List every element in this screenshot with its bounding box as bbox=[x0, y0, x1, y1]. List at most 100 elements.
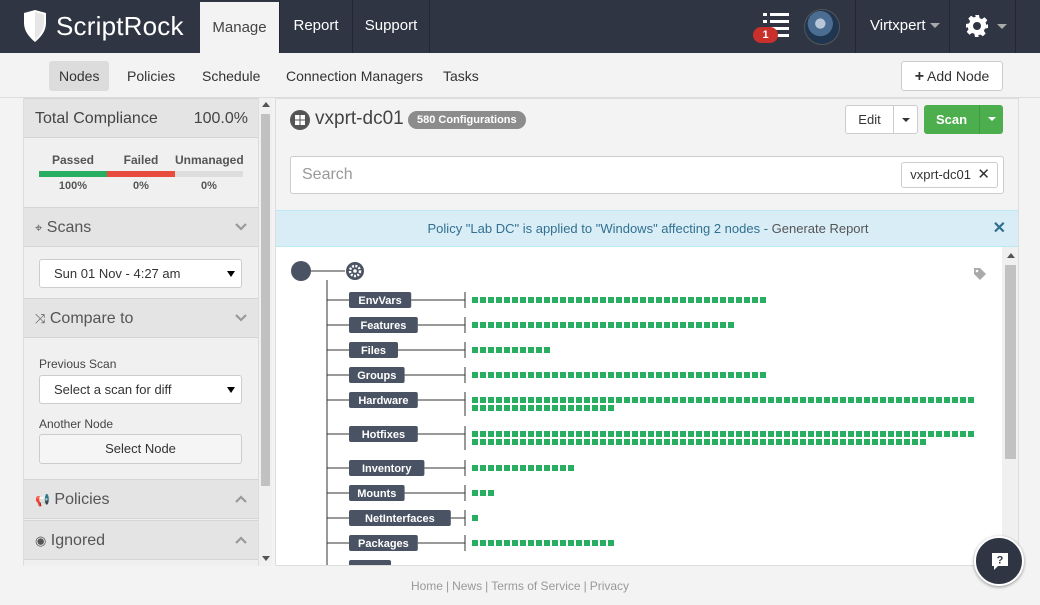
config-item-square[interactable] bbox=[520, 431, 526, 437]
config-item-square[interactable] bbox=[528, 397, 534, 403]
config-item-square[interactable] bbox=[632, 431, 638, 437]
config-item-square[interactable] bbox=[864, 431, 870, 437]
scan-date-select[interactable]: Sun 01 Nov - 4:27 am bbox=[39, 259, 242, 288]
config-item-square[interactable] bbox=[888, 439, 894, 445]
config-item-square[interactable] bbox=[576, 372, 582, 378]
config-item-square[interactable] bbox=[480, 540, 486, 546]
config-item-square[interactable] bbox=[536, 439, 542, 445]
config-item-square[interactable] bbox=[544, 297, 550, 303]
config-item-square[interactable] bbox=[624, 431, 630, 437]
config-item-square[interactable] bbox=[712, 372, 718, 378]
config-item-square[interactable] bbox=[584, 540, 590, 546]
sidebar-scrollbar[interactable] bbox=[258, 98, 272, 566]
config-item-square[interactable] bbox=[528, 297, 534, 303]
config-item-square[interactable] bbox=[696, 431, 702, 437]
config-item-square[interactable] bbox=[592, 297, 598, 303]
config-item-square[interactable] bbox=[912, 439, 918, 445]
config-item-square[interactable] bbox=[512, 397, 518, 403]
config-item-square[interactable] bbox=[920, 439, 926, 445]
config-item-square[interactable] bbox=[768, 431, 774, 437]
config-item-square[interactable] bbox=[680, 397, 686, 403]
config-item-square[interactable] bbox=[696, 297, 702, 303]
config-item-square[interactable] bbox=[616, 439, 622, 445]
tree-root-node[interactable] bbox=[291, 261, 311, 281]
scroll-up-arrow-icon[interactable] bbox=[262, 102, 270, 107]
config-item-square[interactable] bbox=[472, 397, 478, 403]
config-item-square[interactable] bbox=[664, 372, 670, 378]
config-item-square[interactable] bbox=[480, 490, 486, 496]
config-item-square[interactable] bbox=[712, 431, 718, 437]
config-item-square[interactable] bbox=[664, 431, 670, 437]
config-item-square[interactable] bbox=[936, 431, 942, 437]
config-item-square[interactable] bbox=[560, 405, 566, 411]
config-item-square[interactable] bbox=[936, 397, 942, 403]
config-item-square[interactable] bbox=[688, 439, 694, 445]
config-item-square[interactable] bbox=[592, 431, 598, 437]
config-item-square[interactable] bbox=[600, 431, 606, 437]
config-item-square[interactable] bbox=[640, 431, 646, 437]
config-item-square[interactable] bbox=[552, 540, 558, 546]
config-item-square[interactable] bbox=[688, 431, 694, 437]
settings-menu[interactable] bbox=[951, 0, 1016, 53]
config-item-square[interactable] bbox=[568, 540, 574, 546]
config-item-square[interactable] bbox=[520, 372, 526, 378]
scan-button[interactable]: Scan bbox=[924, 105, 979, 134]
config-item-square[interactable] bbox=[560, 397, 566, 403]
config-item-square[interactable] bbox=[816, 397, 822, 403]
config-item-square[interactable] bbox=[888, 397, 894, 403]
config-item-square[interactable] bbox=[584, 439, 590, 445]
config-item-square[interactable] bbox=[848, 397, 854, 403]
config-item-square[interactable] bbox=[568, 372, 574, 378]
config-item-square[interactable] bbox=[760, 372, 766, 378]
config-item-square[interactable] bbox=[696, 372, 702, 378]
config-item-square[interactable] bbox=[608, 397, 614, 403]
config-item-square[interactable] bbox=[624, 297, 630, 303]
config-item-square[interactable] bbox=[528, 347, 534, 353]
config-item-square[interactable] bbox=[832, 439, 838, 445]
config-item-square[interactable] bbox=[568, 397, 574, 403]
config-item-square[interactable] bbox=[520, 540, 526, 546]
config-item-square[interactable] bbox=[696, 322, 702, 328]
config-item-square[interactable] bbox=[520, 465, 526, 471]
config-item-square[interactable] bbox=[656, 397, 662, 403]
config-item-square[interactable] bbox=[568, 322, 574, 328]
config-item-square[interactable] bbox=[576, 540, 582, 546]
config-item-square[interactable] bbox=[576, 297, 582, 303]
config-item-square[interactable] bbox=[872, 439, 878, 445]
config-item-square[interactable] bbox=[752, 431, 758, 437]
config-item-square[interactable] bbox=[792, 439, 798, 445]
config-item-square[interactable] bbox=[800, 397, 806, 403]
config-item-square[interactable] bbox=[712, 439, 718, 445]
config-item-square[interactable] bbox=[736, 372, 742, 378]
config-item-square[interactable] bbox=[472, 465, 478, 471]
config-item-square[interactable] bbox=[648, 297, 654, 303]
generate-report-link[interactable]: Generate Report bbox=[772, 221, 869, 236]
config-item-square[interactable] bbox=[632, 397, 638, 403]
config-item-square[interactable] bbox=[632, 297, 638, 303]
config-item-square[interactable] bbox=[616, 431, 622, 437]
config-item-square[interactable] bbox=[568, 405, 574, 411]
config-item-square[interactable] bbox=[760, 397, 766, 403]
config-item-square[interactable] bbox=[920, 431, 926, 437]
config-item-square[interactable] bbox=[664, 297, 670, 303]
config-item-square[interactable] bbox=[656, 431, 662, 437]
config-item-square[interactable] bbox=[712, 397, 718, 403]
config-item-square[interactable] bbox=[520, 397, 526, 403]
config-item-square[interactable] bbox=[528, 465, 534, 471]
config-item-square[interactable] bbox=[856, 431, 862, 437]
tree-scrollbar[interactable] bbox=[1002, 247, 1018, 565]
config-item-square[interactable] bbox=[640, 372, 646, 378]
config-item-square[interactable] bbox=[880, 397, 886, 403]
config-item-square[interactable] bbox=[504, 297, 510, 303]
config-item-square[interactable] bbox=[872, 397, 878, 403]
config-item-square[interactable] bbox=[600, 372, 606, 378]
config-item-square[interactable] bbox=[472, 515, 478, 521]
config-item-square[interactable] bbox=[664, 322, 670, 328]
config-item-square[interactable] bbox=[512, 431, 518, 437]
subnav-tab-nodes[interactable]: Nodes bbox=[49, 61, 110, 91]
config-item-square[interactable] bbox=[688, 297, 694, 303]
search-input[interactable]: Search vxprt-dc01 ✕ bbox=[290, 156, 1004, 194]
config-item-square[interactable] bbox=[472, 297, 478, 303]
config-item-square[interactable] bbox=[576, 439, 582, 445]
config-item-square[interactable] bbox=[592, 405, 598, 411]
